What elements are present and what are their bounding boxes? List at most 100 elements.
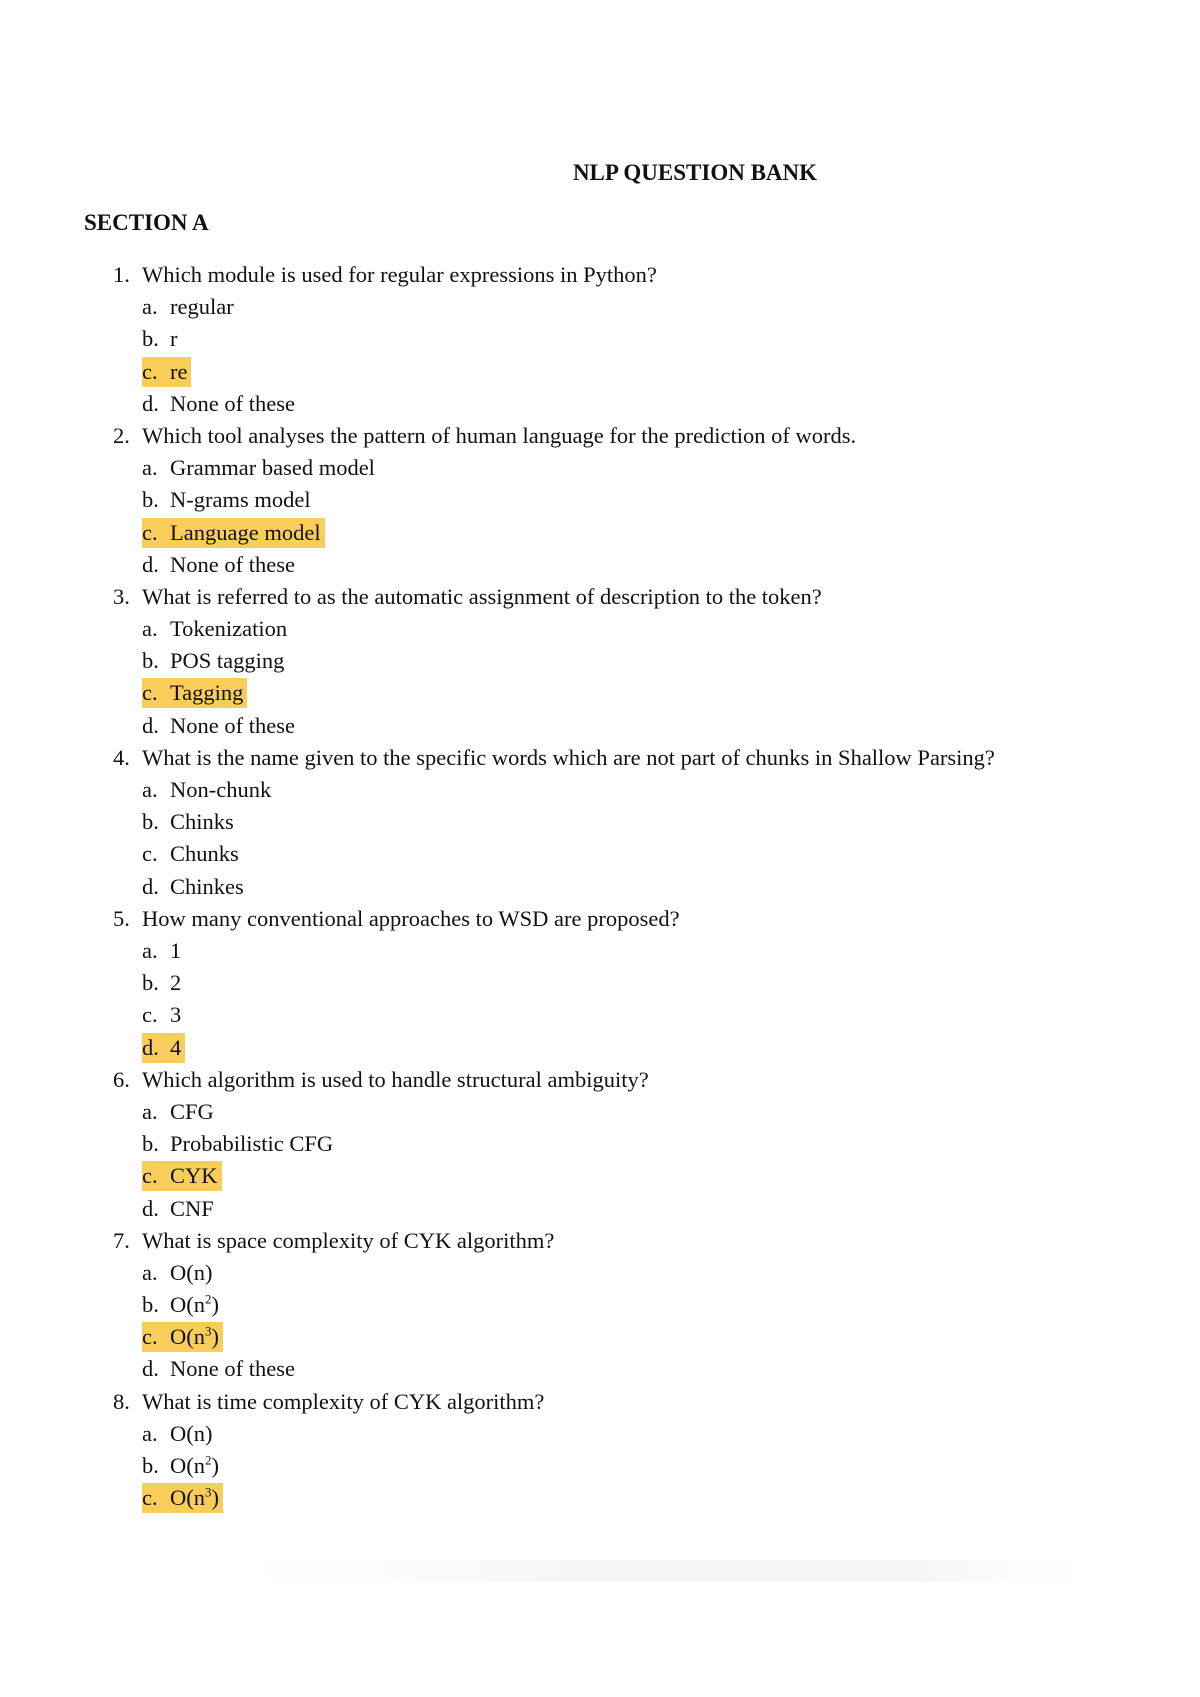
option: b. O(n2) (0, 1289, 1200, 1321)
question-3: 3. What is referred to as the automatic a… (0, 581, 1200, 613)
option: d. None of these (0, 1353, 1200, 1385)
option-box: c. Chunks (142, 839, 243, 869)
option-text: re (170, 358, 188, 384)
question-number: 6. (113, 1066, 130, 1092)
option-text: O(n3) (170, 1484, 219, 1511)
option-box: b. r (142, 324, 182, 354)
option: b. O(n2) (0, 1450, 1200, 1482)
highlighted-answer: c. Language model (142, 517, 325, 548)
option: c. re (0, 356, 1200, 388)
option-box: a. Tokenization (142, 614, 291, 644)
option: c. Language model (0, 517, 1200, 549)
option-text: POS tagging (170, 648, 285, 674)
option-box: d. CNF (142, 1194, 218, 1224)
question-1: 1. Which module is used for regular expre… (0, 259, 1200, 291)
option: c. 3 (0, 999, 1200, 1031)
option-box: a. 1 (142, 936, 185, 966)
option-box: b. O(n2) (142, 1290, 223, 1320)
option-label: c. (142, 1163, 158, 1189)
option-text: None of these (170, 551, 295, 577)
option-box: a. O(n) (142, 1419, 216, 1449)
option-label: c. (142, 358, 158, 384)
option-text: N-grams model (170, 487, 311, 513)
option-box: b. O(n2) (142, 1451, 223, 1481)
option-box: d. None of these (142, 711, 299, 741)
option-label: b. (142, 648, 159, 674)
option-text: 4 (170, 1034, 182, 1060)
question-7: 7. What is space complexity of CYK algori… (0, 1225, 1200, 1257)
question-text: What is referred to as the automatic ass… (142, 583, 822, 609)
option-text: O(n) (170, 1259, 213, 1285)
option-label: b. (142, 1453, 159, 1479)
option: b. N-grams model (0, 484, 1200, 516)
question-text: What is the name given to the specific w… (142, 744, 995, 770)
option-label: b. (142, 487, 159, 513)
option: d. CNF (0, 1193, 1200, 1225)
option: c. O(n3) (0, 1482, 1200, 1514)
option-text: 1 (170, 938, 182, 964)
option: a. Non-chunk (0, 774, 1200, 806)
question-2: 2. Which tool analyses the pattern of hum… (0, 420, 1200, 452)
option-label: a. (142, 1259, 158, 1285)
option-label: a. (142, 1098, 158, 1124)
option-text: Grammar based model (170, 455, 375, 481)
option-box: d. None of these (142, 550, 299, 580)
question-8: 8. What is time complexity of CYK algorit… (0, 1386, 1200, 1418)
option-label: c. (142, 1485, 158, 1511)
option-text: Chunks (170, 841, 239, 867)
option-text: Tagging (170, 680, 244, 706)
option-label: a. (142, 777, 158, 803)
option: b. 2 (0, 967, 1200, 999)
option-label: b. (142, 809, 159, 835)
option-box: b. Chinks (142, 807, 238, 837)
question-text: Which algorithm is used to handle struct… (142, 1066, 649, 1092)
highlighted-answer: c. O(n3) (142, 1483, 223, 1514)
option: b. Chinks (0, 806, 1200, 838)
question-list: 1. Which module is used for regular expre… (0, 259, 1200, 1514)
question-number: 1. (113, 262, 130, 287)
option-label: d. (142, 1195, 159, 1221)
option: a. regular (0, 291, 1200, 323)
option: a. Tokenization (0, 613, 1200, 645)
option: b. POS tagging (0, 645, 1200, 677)
option: d. Chinkes (0, 871, 1200, 903)
page-title: NLP QUESTION BANK (572, 160, 818, 185)
option-box: a. O(n) (142, 1258, 216, 1288)
option-text: O(n2) (170, 1291, 219, 1318)
highlighted-answer: c. O(n3) (142, 1322, 223, 1353)
question-text: How many conventional approaches to WSD … (142, 905, 680, 931)
option: a. O(n) (0, 1257, 1200, 1289)
option-box: b. 2 (142, 968, 185, 998)
option: a. O(n) (0, 1418, 1200, 1450)
option-label: a. (142, 616, 158, 642)
highlighted-answer: c. re (142, 356, 192, 387)
option: d. 4 (0, 1032, 1200, 1064)
option-label: a. (142, 294, 158, 320)
question-text: What is space complexity of CYK algorith… (142, 1227, 555, 1253)
option-box: b. POS tagging (142, 646, 288, 676)
option-box: b. N-grams model (142, 485, 315, 515)
option-box: c. 3 (142, 1000, 185, 1030)
option: b. r (0, 323, 1200, 355)
question-5: 5. How many conventional approaches to WS… (0, 903, 1200, 935)
option-box: a. CFG (142, 1097, 218, 1127)
question-text: Which tool analyses the pattern of human… (142, 422, 857, 448)
option-text: 2 (170, 970, 182, 996)
option-label: c. (142, 1002, 158, 1028)
question-number: 2. (113, 422, 130, 448)
section-heading: SECTION A (84, 210, 209, 235)
option: c. O(n3) (0, 1321, 1200, 1353)
option-text: Tokenization (170, 616, 288, 642)
option: c. Chunks (0, 838, 1200, 870)
option: d. None of these (0, 710, 1200, 742)
question-text: Which module is used for regular express… (142, 262, 657, 287)
question-text: What is time complexity of CYK algorithm… (142, 1388, 545, 1414)
option-text: O(n) (170, 1420, 213, 1446)
option-text: None of these (170, 712, 295, 738)
option-label: d. (142, 390, 159, 416)
option: a. CFG (0, 1096, 1200, 1128)
option-box: d. Chinkes (142, 872, 248, 902)
option-box: a. Grammar based model (142, 453, 379, 483)
option-label: a. (142, 1420, 158, 1446)
option-label: b. (142, 326, 159, 352)
